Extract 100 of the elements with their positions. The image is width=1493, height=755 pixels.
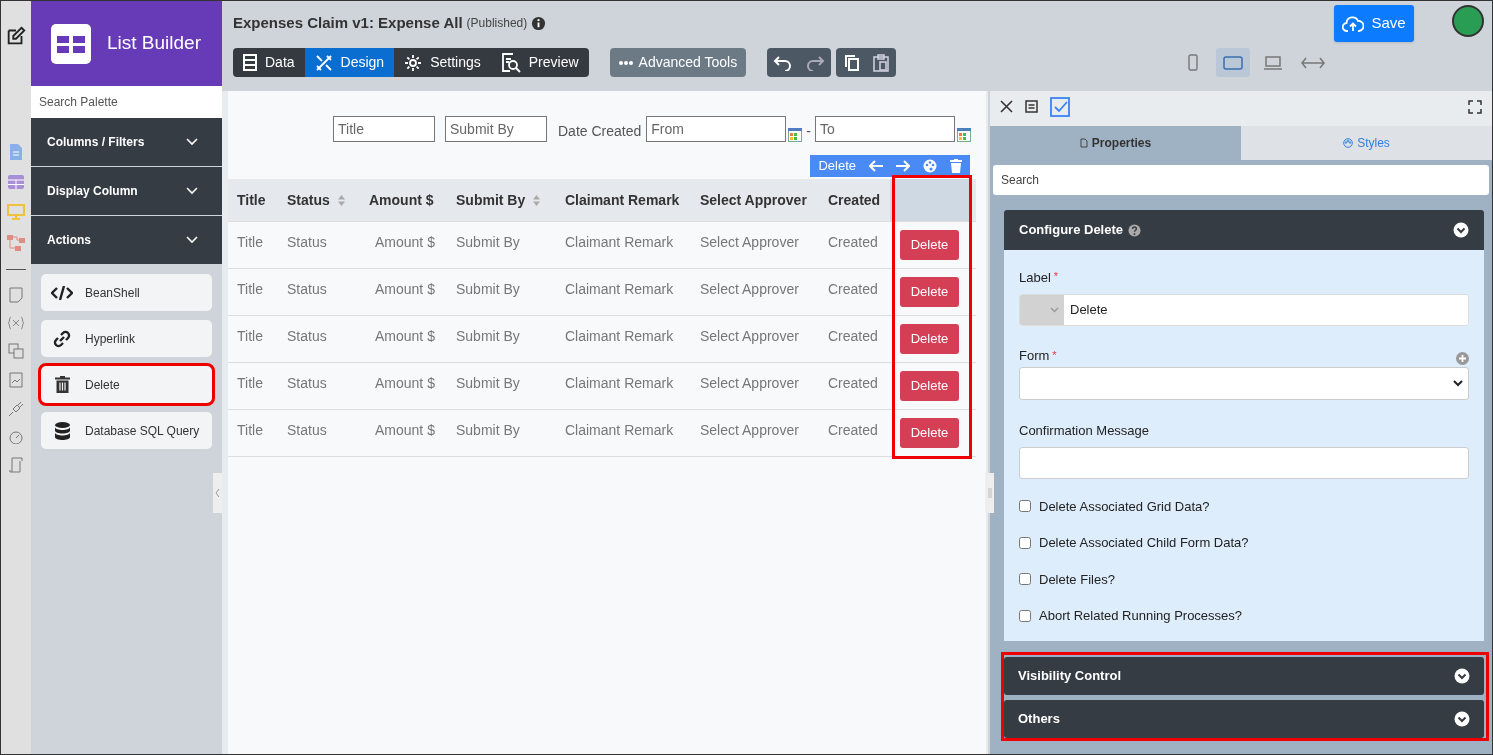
table-cell-text: Status xyxy=(286,421,328,440)
column-header[interactable]: Claimant Remark xyxy=(556,179,691,221)
redo-icon[interactable] xyxy=(805,54,826,71)
checkbox[interactable] xyxy=(1019,500,1031,513)
table-cell-text: Select Approver xyxy=(699,233,800,252)
mode-tab[interactable]: Design xyxy=(304,48,395,77)
mode-tab[interactable]: Data xyxy=(233,48,305,77)
submit-by-filter-field[interactable]: Submit By xyxy=(445,116,547,142)
section-header[interactable]: Visibility Control xyxy=(1004,657,1484,695)
table-cell-text: Title xyxy=(236,374,264,393)
search-palette-field[interactable]: Search Palette xyxy=(31,86,222,118)
avatar[interactable] xyxy=(1452,5,1484,37)
palette-section-header[interactable]: Actions xyxy=(31,216,222,264)
calendar-icon[interactable] xyxy=(788,128,803,142)
field-label: Label xyxy=(1019,269,1051,287)
palette-section-header[interactable]: Display Column xyxy=(31,167,222,215)
palette-action-button[interactable]: BeanShell xyxy=(41,274,212,311)
delete-button[interactable]: Delete xyxy=(900,230,959,260)
left-arrow-icon[interactable] xyxy=(869,160,883,172)
column-header[interactable]: Submit By xyxy=(447,179,556,221)
table-icon[interactable] xyxy=(7,174,25,190)
flowchart-icon[interactable] xyxy=(6,234,26,252)
table-cell-text: Select Approver xyxy=(699,280,800,299)
column-header[interactable]: Created xyxy=(819,179,890,221)
table-cell-text: Title xyxy=(236,233,264,252)
palette-action-button[interactable]: Database SQL Query xyxy=(41,412,212,449)
delete-button[interactable]: Delete xyxy=(900,324,959,354)
column-header[interactable]: Select Approver xyxy=(691,179,819,221)
label-input-field[interactable]: Delete xyxy=(1019,293,1469,326)
image-file-icon[interactable] xyxy=(9,372,23,388)
info-icon[interactable] xyxy=(531,15,547,31)
plug-icon[interactable] xyxy=(8,401,24,417)
calendar-icon[interactable] xyxy=(956,128,971,142)
table-cell-text: Submit By xyxy=(455,421,521,440)
title-filter-field[interactable]: Title xyxy=(333,116,435,142)
sort-icon[interactable] xyxy=(337,194,345,206)
table-cell-text: Created xyxy=(827,421,879,440)
delete-button[interactable]: Delete xyxy=(900,277,959,307)
scroll-icon[interactable] xyxy=(9,457,23,473)
property-search-field[interactable]: Search xyxy=(993,165,1489,195)
checkbox-icon[interactable] xyxy=(1050,96,1070,117)
trash-icon[interactable] xyxy=(950,159,962,173)
close-icon[interactable] xyxy=(1000,100,1013,113)
required-mark: * xyxy=(1053,269,1059,284)
palette-action-button[interactable]: Delete xyxy=(41,366,212,403)
column-header[interactable]: Title xyxy=(228,179,278,221)
column-header[interactable]: Amount $ xyxy=(360,179,447,221)
checkbox[interactable] xyxy=(1019,536,1031,549)
table-cell-text: Claimant Remark xyxy=(564,421,675,440)
save-button[interactable]: Save xyxy=(1334,5,1414,42)
collapse-handle[interactable] xyxy=(213,473,222,513)
configure-header[interactable]: Configure Delete xyxy=(1004,210,1484,250)
checkbox[interactable] xyxy=(1019,573,1031,586)
table-cell-text: Amount $ xyxy=(374,374,436,393)
resize-handle[interactable] xyxy=(985,473,994,513)
confirmation-message-field[interactable] xyxy=(1019,446,1469,479)
right-arrow-icon[interactable] xyxy=(896,160,910,172)
delete-button[interactable]: Delete xyxy=(900,371,959,401)
table-cell-text: Select Approver xyxy=(699,421,800,440)
device-view-button[interactable] xyxy=(1216,48,1250,77)
advanced-tools-button[interactable]: Advanced Tools xyxy=(609,48,747,77)
paste-icon[interactable] xyxy=(873,53,890,72)
palette-icon[interactable] xyxy=(923,159,937,173)
code-icon xyxy=(51,285,73,300)
table-cell-text: Title xyxy=(236,421,264,440)
dropdown-icon[interactable] xyxy=(1050,306,1059,313)
table-cell-text: Claimant Remark xyxy=(564,233,675,252)
palette-section-header[interactable]: Columns / Filters xyxy=(31,118,222,166)
chevron-circle-icon[interactable] xyxy=(1453,222,1469,238)
note-icon[interactable] xyxy=(9,287,23,303)
palette-action-button[interactable]: Hyperlink xyxy=(41,320,212,357)
to-date-field[interactable]: To xyxy=(814,116,955,142)
checkbox[interactable] xyxy=(1019,609,1031,622)
variable-icon[interactable] xyxy=(7,316,25,330)
edit-icon[interactable] xyxy=(5,25,27,47)
chevron-circle-icon xyxy=(1454,711,1470,727)
copy-icon[interactable] xyxy=(843,53,862,72)
action-column-header[interactable] xyxy=(890,179,970,221)
search-document-icon xyxy=(500,52,521,73)
table-cell-text: Title xyxy=(236,327,264,346)
chevron-circle-icon xyxy=(1454,668,1470,684)
help-icon[interactable] xyxy=(1128,223,1141,237)
document-icon[interactable] xyxy=(8,143,24,161)
mode-tab[interactable]: Preview xyxy=(490,48,589,77)
column-header[interactable]: Status xyxy=(278,179,360,221)
delete-button[interactable]: Delete xyxy=(900,418,959,448)
undo-icon[interactable] xyxy=(773,54,794,71)
tablet-icon xyxy=(1223,55,1243,70)
panel-icon[interactable] xyxy=(1025,100,1038,113)
sort-icon[interactable] xyxy=(533,194,541,206)
trash-icon xyxy=(54,376,70,393)
table-cell-text: Claimant Remark xyxy=(564,280,675,299)
section-header[interactable]: Others xyxy=(1004,700,1484,738)
fullscreen-icon[interactable] xyxy=(1468,99,1482,114)
checkbox-label: Abort Related Running Processes? xyxy=(1039,607,1243,625)
gauge-icon[interactable] xyxy=(8,430,24,444)
mode-tab[interactable]: Settings xyxy=(394,48,491,77)
add-icon[interactable] xyxy=(1456,351,1469,365)
chevron-down-icon xyxy=(186,138,198,146)
from-date-field[interactable]: From xyxy=(646,116,787,142)
